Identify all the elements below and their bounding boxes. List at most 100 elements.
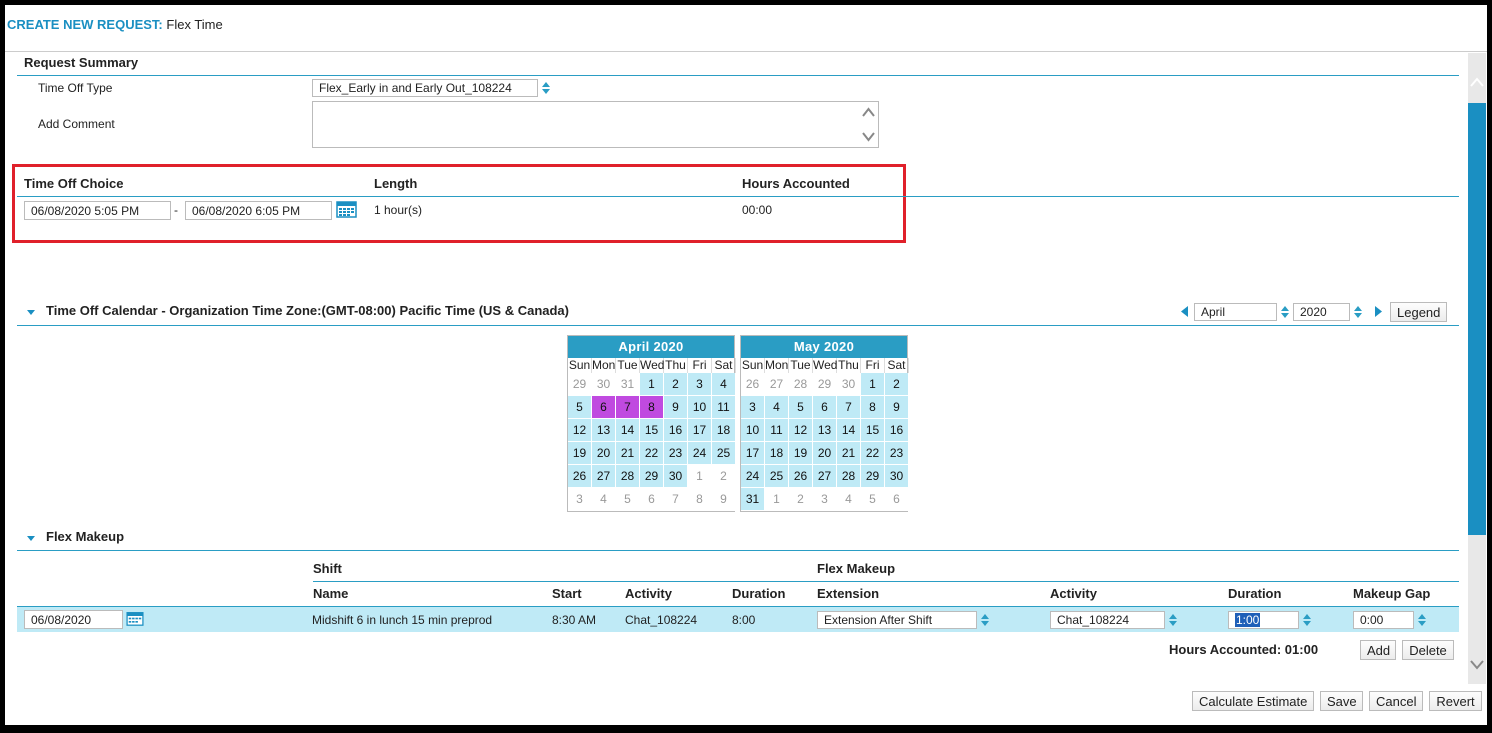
chevron-down-icon[interactable] — [862, 130, 875, 143]
calendar-day[interactable]: 4 — [837, 488, 861, 511]
revert-button[interactable]: Revert — [1429, 691, 1482, 711]
calendar-day[interactable]: 20 — [592, 442, 616, 465]
calendar-day[interactable]: 24 — [741, 465, 765, 488]
calendar-day[interactable]: 4 — [592, 488, 616, 511]
year-select[interactable]: 2020 — [1293, 303, 1350, 321]
calendar-day[interactable]: 18 — [712, 419, 736, 442]
next-month-icon[interactable] — [1374, 306, 1382, 317]
calendar-day[interactable]: 28 — [837, 465, 861, 488]
calendar-day[interactable]: 6 — [885, 488, 909, 511]
calendar-day[interactable]: 18 — [765, 442, 789, 465]
legend-button[interactable]: Legend — [1390, 302, 1447, 322]
comment-scrollbar[interactable] — [859, 102, 878, 147]
calendar-day[interactable]: 13 — [592, 419, 616, 442]
time-off-type-select[interactable]: Flex_Early in and Early Out_108224 — [312, 79, 538, 97]
calendar-day[interactable]: 30 — [592, 373, 616, 396]
calendar-day[interactable]: 27 — [592, 465, 616, 488]
calendar-day[interactable]: 14 — [837, 419, 861, 442]
calendar-day[interactable]: 7 — [664, 488, 688, 511]
calendar-day[interactable]: 26 — [789, 465, 813, 488]
calendar-day[interactable]: 22 — [861, 442, 885, 465]
calendar-day[interactable]: 26 — [568, 465, 592, 488]
calendar-day[interactable]: 5 — [861, 488, 885, 511]
row-calendar-icon[interactable] — [126, 611, 144, 626]
calendar-day[interactable]: 5 — [568, 396, 592, 419]
calendar-day[interactable]: 11 — [765, 419, 789, 442]
calendar-day[interactable]: 6 — [813, 396, 837, 419]
scroll-down-icon[interactable] — [1470, 658, 1484, 672]
calendar-day-selected[interactable]: 8 — [640, 396, 664, 419]
month-select[interactable]: April — [1194, 303, 1277, 321]
collapse-calendar-icon[interactable] — [27, 310, 35, 315]
year-spinner-icon[interactable] — [1353, 305, 1363, 319]
makeup-duration-spinner-icon[interactable] — [1302, 613, 1312, 627]
calculate-estimate-button[interactable]: Calculate Estimate — [1192, 691, 1314, 711]
calendar-day[interactable]: 31 — [741, 488, 765, 511]
calendar-section-title[interactable]: Time Off Calendar - Organization Time Zo… — [46, 303, 569, 318]
calendar-day[interactable]: 30 — [664, 465, 688, 488]
flex-makeup-title[interactable]: Flex Makeup — [46, 529, 124, 544]
calendar-day[interactable]: 27 — [813, 465, 837, 488]
calendar-day[interactable]: 17 — [741, 442, 765, 465]
calendar-day-selected[interactable]: 6 — [592, 396, 616, 419]
makeup-gap-input[interactable]: 0:00 — [1353, 611, 1414, 629]
calendar-day[interactable]: 2 — [885, 373, 909, 396]
calendar-day[interactable]: 16 — [664, 419, 688, 442]
calendar-day[interactable]: 24 — [688, 442, 712, 465]
calendar-day[interactable]: 13 — [813, 419, 837, 442]
comment-textarea[interactable] — [312, 101, 879, 148]
add-button[interactable]: Add — [1360, 640, 1396, 660]
calendar-day[interactable]: 11 — [712, 396, 736, 419]
prev-month-icon[interactable] — [1181, 306, 1189, 317]
scroll-up-icon[interactable] — [1470, 75, 1484, 89]
calendar-day[interactable]: 29 — [640, 465, 664, 488]
calendar-day[interactable]: 29 — [568, 373, 592, 396]
calendar-day[interactable]: 5 — [616, 488, 640, 511]
calendar-day[interactable]: 9 — [885, 396, 909, 419]
makeup-activity-select[interactable]: Chat_108224 — [1050, 611, 1165, 629]
vertical-scrollbar[interactable] — [1468, 53, 1486, 684]
calendar-day[interactable]: 22 — [640, 442, 664, 465]
calendar-day[interactable]: 28 — [789, 373, 813, 396]
start-datetime-input[interactable]: 06/08/2020 5:05 PM — [24, 201, 171, 220]
calendar-day[interactable]: 4 — [712, 373, 736, 396]
month-spinner-icon[interactable] — [1280, 305, 1290, 319]
end-datetime-input[interactable]: 06/08/2020 6:05 PM — [185, 201, 332, 220]
calendar-day[interactable]: 30 — [837, 373, 861, 396]
calendar-day[interactable]: 19 — [568, 442, 592, 465]
calendar-day-selected[interactable]: 7 — [616, 396, 640, 419]
calendar-day[interactable]: 1 — [765, 488, 789, 511]
calendar-day[interactable]: 3 — [741, 396, 765, 419]
calendar-day[interactable]: 29 — [813, 373, 837, 396]
calendar-day[interactable]: 14 — [616, 419, 640, 442]
calendar-day[interactable]: 23 — [664, 442, 688, 465]
calendar-icon[interactable] — [336, 200, 357, 218]
save-button[interactable]: Save — [1320, 691, 1363, 711]
calendar-day[interactable]: 2 — [789, 488, 813, 511]
calendar-day[interactable]: 6 — [640, 488, 664, 511]
scrollbar-thumb[interactable] — [1468, 103, 1486, 535]
calendar-day[interactable]: 30 — [885, 465, 909, 488]
calendar-day[interactable]: 17 — [688, 419, 712, 442]
calendar-day[interactable]: 31 — [616, 373, 640, 396]
calendar-day[interactable]: 28 — [616, 465, 640, 488]
calendar-day[interactable]: 8 — [688, 488, 712, 511]
calendar-day[interactable]: 23 — [885, 442, 909, 465]
calendar-day[interactable]: 10 — [688, 396, 712, 419]
calendar-day[interactable]: 4 — [765, 396, 789, 419]
cancel-button[interactable]: Cancel — [1369, 691, 1423, 711]
calendar-day[interactable]: 9 — [664, 396, 688, 419]
calendar-day[interactable]: 19 — [789, 442, 813, 465]
calendar-day[interactable]: 15 — [640, 419, 664, 442]
calendar-day[interactable]: 21 — [837, 442, 861, 465]
calendar-day[interactable]: 3 — [568, 488, 592, 511]
calendar-day[interactable]: 1 — [861, 373, 885, 396]
calendar-day[interactable]: 8 — [861, 396, 885, 419]
calendar-day[interactable]: 26 — [741, 373, 765, 396]
calendar-day[interactable]: 25 — [765, 465, 789, 488]
time-off-type-spinner-icon[interactable] — [541, 81, 551, 95]
calendar-day[interactable]: 15 — [861, 419, 885, 442]
calendar-day[interactable]: 9 — [712, 488, 736, 511]
makeup-duration-input[interactable]: 1:00 — [1228, 611, 1299, 629]
calendar-day[interactable]: 27 — [765, 373, 789, 396]
